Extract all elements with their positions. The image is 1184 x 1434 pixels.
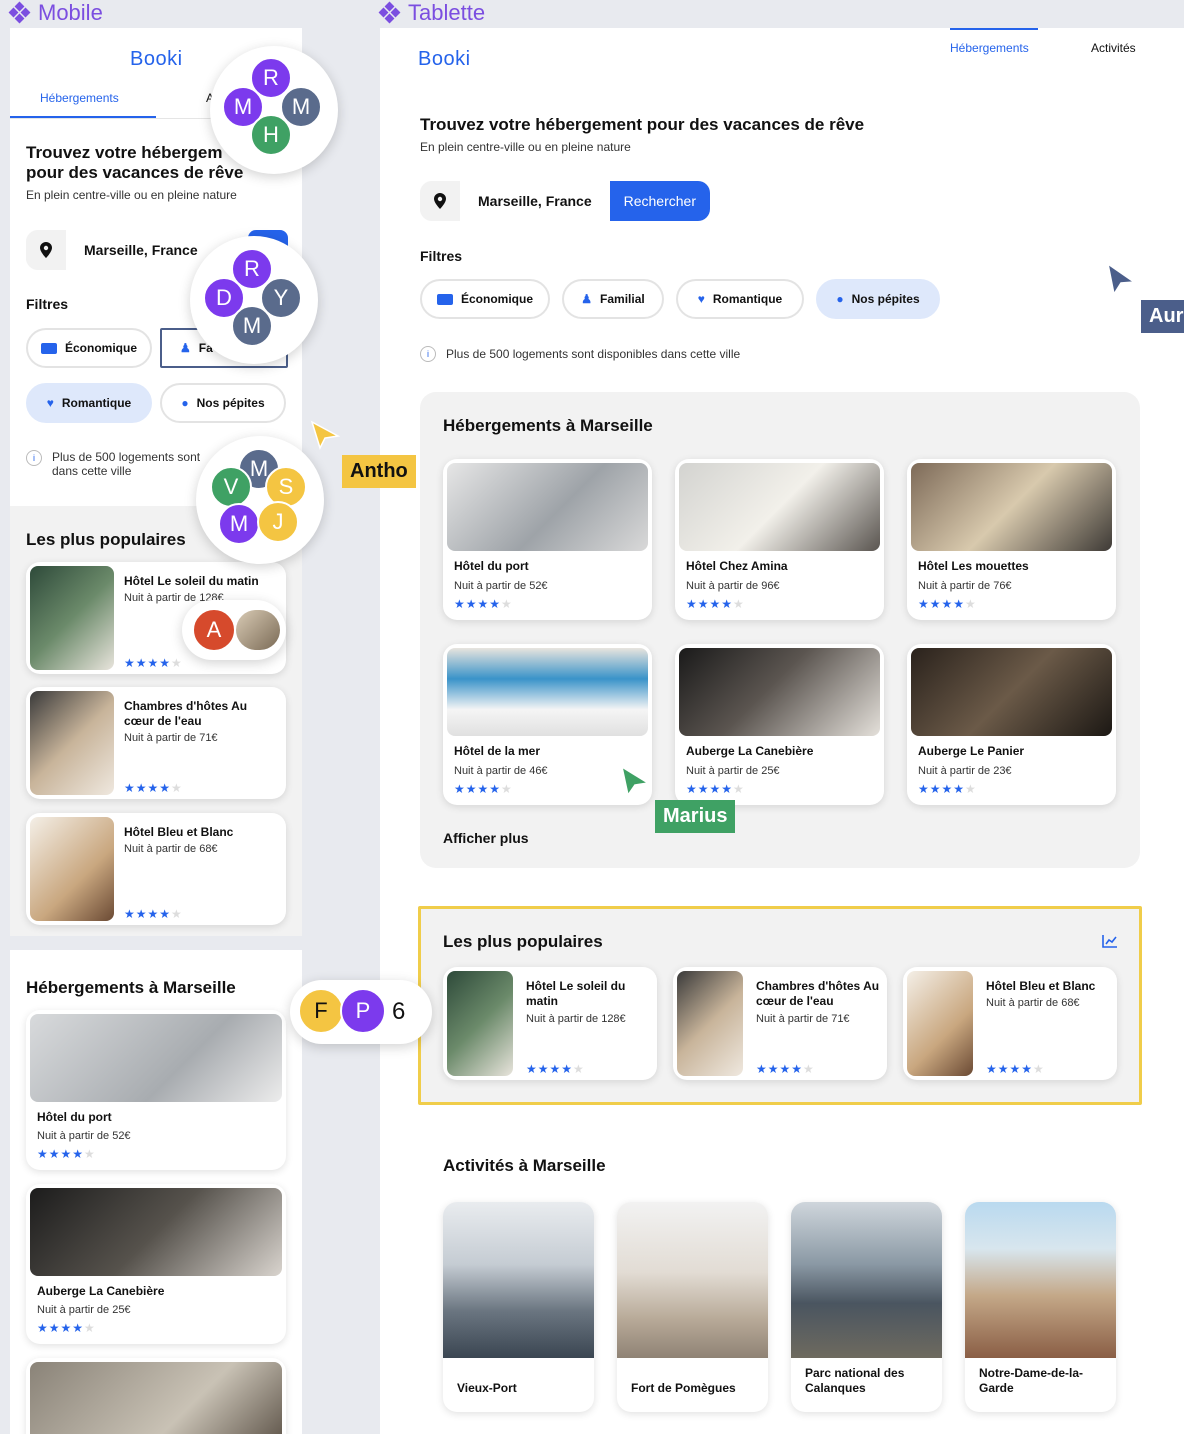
tab-hebergements[interactable]: Hébergements [40,91,119,105]
cursor-arrow-icon [1106,262,1137,301]
cursor-arrow-icon [620,765,651,802]
hotel-card[interactable]: Auberge Le Panier Nuit à partir de 23€ ★… [907,644,1116,805]
rating-stars: ★★★★★ [37,1321,96,1335]
avatar[interactable]: A [192,608,236,652]
tab-hebergements[interactable]: Hébergements [950,41,1029,55]
tab-activites[interactable]: Activités [1091,41,1136,55]
hero-title: Trouvez votre hébergement pour des vacan… [420,115,865,134]
rating-stars: ★★★★★ [124,656,183,670]
popular-card[interactable]: Chambres d'hôtes Au cœur de l'eau Nuit à… [26,687,286,799]
activites-title: Activités à Marseille [443,1156,606,1175]
rating-stars: ★★★★★ [454,782,513,796]
filter-nos-pepites[interactable]: ● Nos pépites [816,279,940,319]
search-button[interactable]: Rechercher [609,181,710,221]
money-icon [436,293,453,305]
activity-card[interactable]: Parc national des Calanques [791,1202,942,1412]
component-icon [8,1,31,24]
rating-stars: ★★★★★ [686,597,745,611]
filters-title: Filtres [26,296,69,312]
rating-stars: ★★★★★ [918,597,977,611]
rating-stars: ★★★★★ [37,1147,96,1161]
hotel-card[interactable]: Hôtel du port Nuit à partir de 52€ ★★★★★ [26,1010,286,1170]
filter-familial[interactable]: ♟ Familial [562,279,664,319]
rating-stars: ★★★★★ [918,782,977,796]
avatar[interactable]: V [210,466,252,508]
hotel-card[interactable]: Hôtel Chez Amina Nuit à partir de 96€ ★★… [675,459,884,620]
filters-title: Filtres [420,248,463,264]
cursor-label: Aur [1141,300,1184,333]
avatar[interactable]: M [218,503,260,545]
hotel-card[interactable] [26,1358,286,1434]
rating-stars: ★★★★★ [686,782,745,796]
info-icon: i [420,346,436,362]
activity-card[interactable]: Vieux-Port [443,1202,594,1412]
hotel-card[interactable]: Hôtel Les mouettes Nuit à partir de 76€ … [907,459,1116,620]
avatar[interactable]: M [231,305,273,347]
avatar-photo[interactable] [236,610,280,650]
activity-card[interactable]: Fort de Pomègues [617,1202,768,1412]
avatar[interactable]: F [298,988,344,1034]
info-icon: i [26,450,42,466]
flame-icon: ● [181,396,189,410]
component-icon [378,1,401,24]
location-input[interactable]: Marseille, France [460,181,610,221]
search-bar: Marseille, France Rechercher [420,181,710,221]
activity-card[interactable]: Notre-Dame-de-la-Garde [965,1202,1116,1412]
money-icon [40,342,57,354]
hotel-card[interactable]: Hôtel du port Nuit à partir de 52€ ★★★★★ [443,459,652,620]
more-collaborators-count[interactable]: 6 [392,998,405,1026]
heart-icon: ♥ [697,292,705,306]
rating-stars: ★★★★★ [526,1062,585,1076]
hero-subtitle: En plein centre-ville ou en pleine natur… [26,188,237,202]
availability-info: i Plus de 500 logements sont disponibles… [420,346,740,362]
rating-stars: ★★★★★ [124,907,183,921]
cursor-arrow-icon [310,420,341,455]
person-icon: ♟ [180,341,191,355]
rating-stars: ★★★★★ [124,781,183,795]
person-icon: ♟ [581,292,593,306]
hero-subtitle: En plein centre-ville ou en pleine natur… [420,140,631,154]
filter-romantique[interactable]: ♥ Romantique [26,383,152,423]
afficher-plus-link[interactable]: Afficher plus [443,830,529,846]
popular-card[interactable]: Hôtel Le soleil du matin Nuit à partir de… [443,967,657,1080]
popular-card[interactable]: Chambres d'hôtes Au cœur de l'eau Nuit à… [673,967,887,1080]
availability-info: i Plus de 500 logements sont dans cette v… [26,450,200,478]
logo[interactable]: Booki [418,48,471,71]
populaires-title: Les plus populaires [26,530,186,549]
populaires-title: Les plus populaires [443,932,603,951]
avatar[interactable]: P [340,988,386,1034]
hero-title: Trouvez votre hébergem pour des vacances … [26,143,244,182]
heart-icon: ♥ [46,396,54,410]
hebergements-title: Hébergements à Marseille [443,416,653,435]
filter-economique[interactable]: Économique [420,279,550,319]
popular-card[interactable]: Hôtel Bleu et Blanc Nuit à partir de 68€… [903,967,1117,1080]
filter-nos-pepites[interactable]: ● Nos pépites [160,383,286,423]
logo[interactable]: Booki [130,48,183,71]
rating-stars: ★★★★★ [756,1062,815,1076]
trend-chart-icon[interactable] [1102,934,1118,948]
active-tab-indicator [950,28,1038,30]
hotel-card[interactable]: Auberge La Canebière Nuit à partir de 25… [675,644,884,805]
location-pin-icon [420,181,460,221]
rating-stars: ★★★★★ [454,597,513,611]
location-pin-icon [26,230,66,270]
avatar[interactable]: J [257,501,299,543]
filter-economique[interactable]: Économique [26,328,152,368]
cursor-label: Marius [655,800,736,833]
hebergements-title: Hébergements à Marseille [26,978,236,997]
tablet-frame-label: Tablette [378,0,485,26]
hotel-card[interactable]: Auberge La Canebière Nuit à partir de 25… [26,1184,286,1344]
filter-romantique[interactable]: ♥ Romantique [676,279,804,319]
popular-card[interactable]: Hôtel Bleu et Blanc Nuit à partir de 68€… [26,813,286,925]
rating-stars: ★★★★★ [986,1062,1045,1076]
mobile-frame-label: Mobile [8,0,103,26]
cursor-label: Antho [342,455,416,488]
flame-icon: ● [836,292,844,306]
avatar[interactable]: H [250,114,292,156]
